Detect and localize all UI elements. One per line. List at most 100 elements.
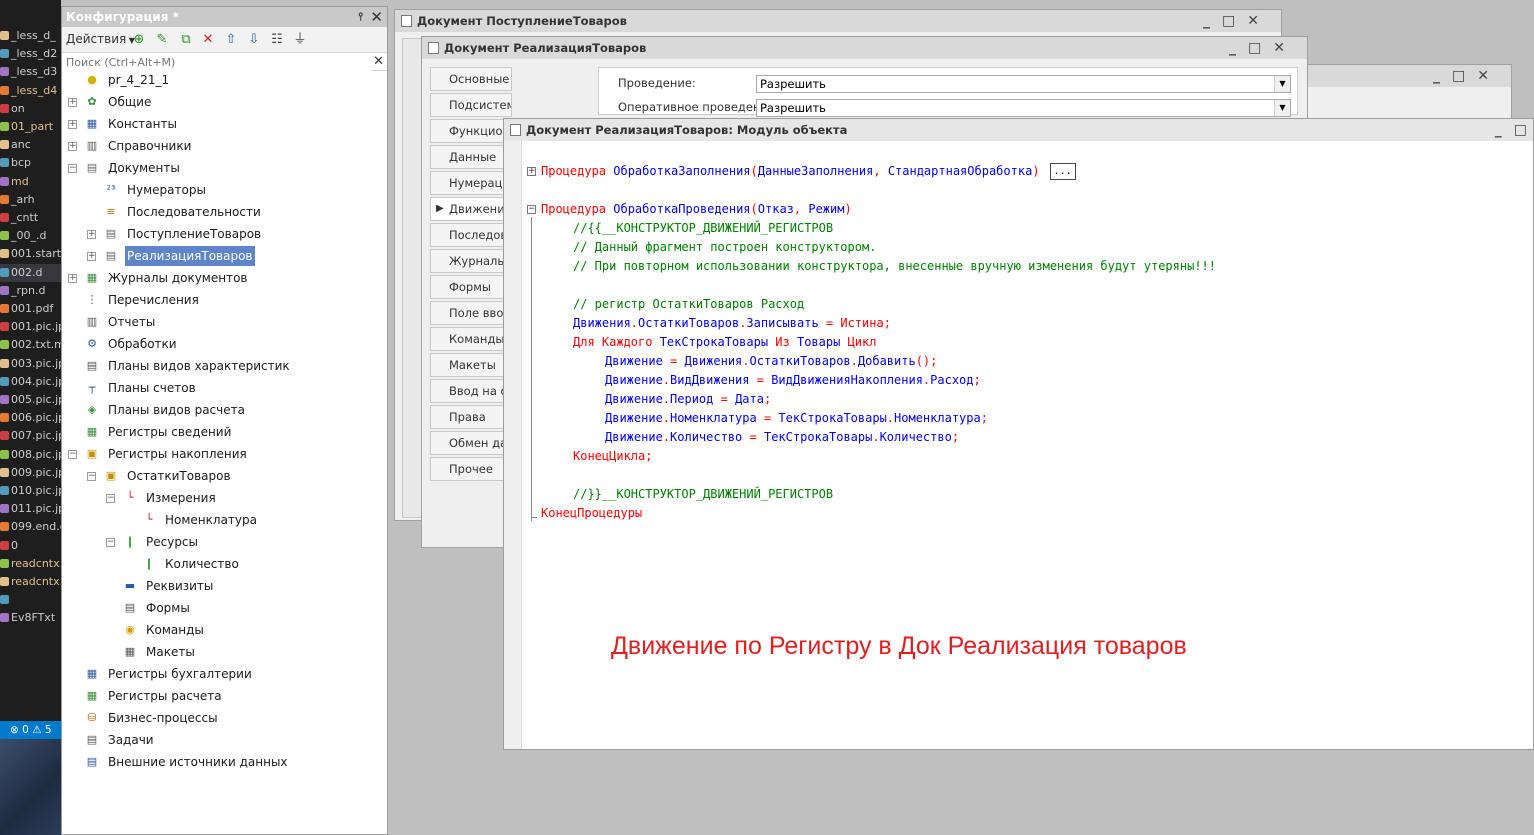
delete-icon[interactable]: ✕ xyxy=(200,32,216,48)
side-tab[interactable]: Обмен да xyxy=(430,431,512,455)
side-tab[interactable]: ▶ Движени xyxy=(430,197,512,221)
realtime-posting-select[interactable]: Разрешить ▼ xyxy=(756,99,1291,117)
collapse-icon[interactable]: − xyxy=(68,164,77,173)
status-bar[interactable]: ⊗ 0 ⚠ 5 xyxy=(0,721,61,739)
tree-node[interactable]: ⚙ Обработки xyxy=(62,334,382,354)
chevron-down-icon[interactable]: ▼ xyxy=(1274,76,1290,92)
move-up-icon[interactable]: ⇧ xyxy=(223,32,239,48)
explorer-file-item[interactable]: bcp xyxy=(0,154,61,172)
clear-search-icon[interactable]: ✕ xyxy=(373,53,384,71)
posting-select[interactable]: Разрешить ▼ xyxy=(756,75,1291,93)
tree-node[interactable]: − ❙ Ресурсы xyxy=(62,532,382,552)
expand-icon[interactable]: + xyxy=(68,274,77,283)
tree-node[interactable]: ● pr_4_21_1 xyxy=(62,70,382,90)
expand-icon[interactable]: + xyxy=(87,252,96,261)
side-tab[interactable]: Прочее xyxy=(430,457,512,481)
collapsed-block-button[interactable]: ... xyxy=(1049,163,1076,180)
tree-node[interactable]: └ Номенклатура xyxy=(62,510,382,530)
close-icon[interactable]: ✕ xyxy=(370,7,383,27)
explorer-file-item[interactable]: 003.pic.jp xyxy=(0,355,61,373)
explorer-file-item[interactable]: 011.pic.jp xyxy=(0,500,61,518)
side-tab[interactable]: Данные xyxy=(430,145,512,169)
tree-node[interactable]: − ▣ ОстаткиТоваров xyxy=(62,466,382,486)
explorer-file-item[interactable]: 006.pic.jp xyxy=(0,409,61,427)
tree-node[interactable]: ❙ Количество xyxy=(62,554,382,574)
explorer-file-item[interactable]: 008.pic.jp xyxy=(0,446,61,464)
side-tab[interactable]: Нумерац xyxy=(430,171,512,195)
expand-icon[interactable]: + xyxy=(68,142,77,151)
window-realizatsiya-titlebar[interactable]: Документ РеализацияТоваров _□✕ xyxy=(422,37,1307,59)
tree-node[interactable]: ≡ Последовательности xyxy=(62,202,382,222)
tree-node[interactable]: + ▦ Журналы документов xyxy=(62,268,382,288)
actions-menu[interactable]: Действия ▼ xyxy=(66,32,135,46)
explorer-file-item[interactable]: _rpn.d xyxy=(0,282,61,300)
tree-node[interactable]: ²³ Нумераторы xyxy=(62,180,382,200)
explorer-file-item[interactable]: anc xyxy=(0,136,61,154)
side-tab[interactable]: Команды xyxy=(430,327,512,351)
side-tab[interactable]: Формы xyxy=(430,275,512,299)
explorer-file-item[interactable]: _less_d_ xyxy=(0,27,61,45)
tree-node[interactable]: ▦ Регистры расчета xyxy=(62,686,382,706)
explorer-file-item[interactable]: _00_.d xyxy=(0,227,61,245)
explorer-file-item[interactable]: 01_part xyxy=(0,118,61,136)
move-down-icon[interactable]: ⇩ xyxy=(246,32,262,48)
side-tab[interactable]: Функцион xyxy=(430,119,512,143)
tree-node[interactable]: ▤ Внешние источники данных xyxy=(62,752,382,772)
explorer-file-item[interactable]: _less_d2 xyxy=(0,45,61,63)
side-tab[interactable]: Подсистемы xyxy=(430,93,512,117)
explorer-file-item[interactable]: 0 xyxy=(0,537,61,555)
explorer-file-item[interactable]: 002.d xyxy=(0,263,61,282)
pin-icon[interactable]: ⫯ xyxy=(358,7,363,27)
tree-node[interactable]: + ▤ ПоступлениеТоваров xyxy=(62,224,382,244)
explorer-file-item[interactable]: 009.pic.jp xyxy=(0,464,61,482)
explorer-file-item[interactable]: 007.pic.jp xyxy=(0,427,61,445)
module-window-controls[interactable]: _□ xyxy=(1495,119,1533,141)
explorer-file-item[interactable]: 001.pdf xyxy=(0,300,61,318)
expand-icon[interactable]: + xyxy=(87,230,96,239)
explorer-file-item[interactable]: _cntt xyxy=(0,209,61,227)
tree-node[interactable]: + ▦ Константы xyxy=(62,114,382,134)
explorer-file-item[interactable] xyxy=(0,591,61,609)
collapse-icon[interactable]: − xyxy=(106,494,115,503)
side-tab[interactable]: Ввод на о xyxy=(430,379,512,403)
tree-node[interactable]: ◈ Планы видов расчета xyxy=(62,400,382,420)
tree-node[interactable]: + ▥ Справочники xyxy=(62,136,382,156)
edit-icon[interactable]: ✎ xyxy=(154,32,170,48)
tree-node[interactable]: ⋮ Перечисления xyxy=(62,290,382,310)
tree-node[interactable]: ◉ Команды xyxy=(62,620,382,640)
explorer-file-item[interactable]: _arh xyxy=(0,191,61,209)
collapse-icon[interactable]: − xyxy=(68,450,77,459)
module-titlebar[interactable]: Документ РеализацияТоваров: Модуль объек… xyxy=(504,119,1533,141)
tree-node[interactable]: ▦ Регистры сведений xyxy=(62,422,382,442)
tree-node[interactable]: − ▤ Документы xyxy=(62,158,382,178)
explorer-file-item[interactable]: 099.end.d xyxy=(0,518,61,536)
collapse-icon[interactable]: − xyxy=(106,538,115,547)
add-icon[interactable]: ⊕ xyxy=(131,32,147,48)
explorer-file-item[interactable]: 001.pic.jp xyxy=(0,318,61,336)
window-controls-3[interactable]: _□✕ xyxy=(1433,65,1501,87)
tree-node[interactable]: ▤ Планы видов характеристик xyxy=(62,356,382,376)
explorer-file-item[interactable]: 004.pic.jp xyxy=(0,373,61,391)
side-tab[interactable]: Макеты xyxy=(430,353,512,377)
explorer-file-item[interactable]: on xyxy=(0,100,61,118)
tree-node[interactable]: ▤ Формы xyxy=(62,598,382,618)
fold-expand-icon[interactable]: + xyxy=(527,167,536,176)
window-postuplenie-titlebar[interactable]: Документ ПоступлениеТоваров _□✕ xyxy=(395,10,1281,32)
sort-icon[interactable]: ☷ xyxy=(269,32,285,48)
explorer-file-item[interactable]: readcntx.m xyxy=(0,573,61,591)
chevron-down-icon[interactable]: ▼ xyxy=(1274,100,1290,116)
explorer-file-item[interactable]: Ev8FTxt xyxy=(0,609,61,627)
side-tab[interactable]: Последов xyxy=(430,223,512,247)
side-tab[interactable]: Поле ввод xyxy=(430,301,512,325)
copy-icon[interactable]: ⧉ xyxy=(178,32,194,48)
tree-node[interactable]: ┬ Планы счетов xyxy=(62,378,382,398)
search-input[interactable] xyxy=(62,53,372,71)
explorer-file-item[interactable]: 005.pic.jp xyxy=(0,391,61,409)
tree-node[interactable]: ▬ Реквизиты xyxy=(62,576,382,596)
tree-node[interactable]: + ▤ РеализацияТоваров xyxy=(62,246,382,266)
side-tab[interactable]: Журналы xyxy=(430,249,512,273)
explorer-file-item[interactable]: md xyxy=(0,173,61,191)
window-background-3-titlebar[interactable]: _□✕ xyxy=(1291,65,1511,87)
tree-node[interactable]: + ✿ Общие xyxy=(62,92,382,112)
tree-node[interactable]: ▥ Отчеты xyxy=(62,312,382,332)
